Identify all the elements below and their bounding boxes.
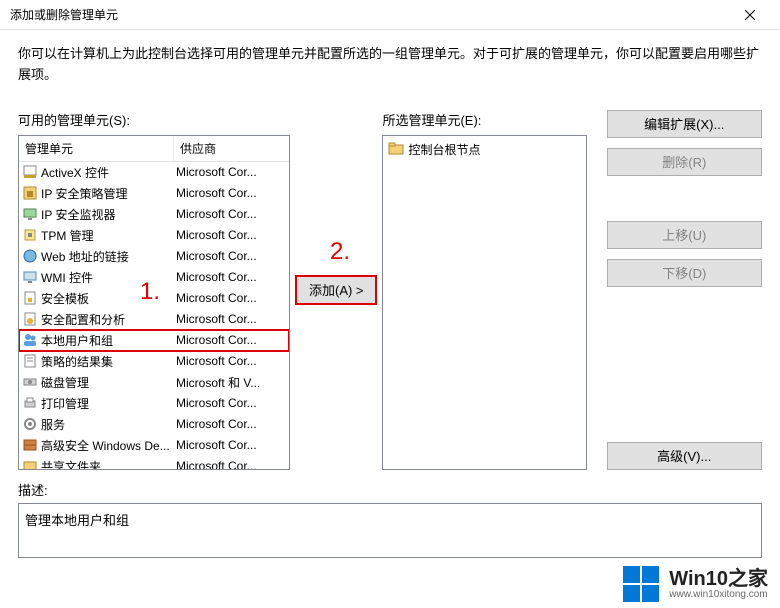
snapin-vendor: Microsoft Cor... [176, 207, 286, 221]
snapin-vendor: Microsoft Cor... [176, 165, 286, 179]
snapin-vendor: Microsoft Cor... [176, 228, 286, 242]
snapin-row[interactable]: 本地用户和组Microsoft Cor... [19, 330, 289, 351]
snapin-row[interactable]: 安全模板Microsoft Cor... [19, 288, 289, 309]
share-icon [22, 458, 38, 470]
tree-root-row[interactable]: 控制台根节点 [386, 139, 582, 160]
watermark: Win10之家 www.win10xitong.com [623, 566, 768, 602]
snapin-vendor: Microsoft Cor... [176, 291, 286, 305]
selected-label: 所选管理单元(E): [382, 110, 586, 129]
move-up-button[interactable]: 上移(U) [607, 221, 762, 249]
windows-logo-icon [623, 566, 659, 602]
move-down-button[interactable]: 下移(D) [607, 259, 762, 287]
snapin-vendor: Microsoft Cor... [176, 438, 286, 452]
snapin-vendor: Microsoft Cor... [176, 333, 286, 347]
snapin-row[interactable]: IP 安全监视器Microsoft Cor... [19, 204, 289, 225]
snapin-vendor: Microsoft 和 V... [176, 374, 286, 391]
snapin-name: ActiveX 控件 [41, 164, 176, 181]
ipsec-icon [22, 185, 38, 201]
remove-button[interactable]: 删除(R) [607, 148, 762, 176]
snapin-name: 策略的结果集 [41, 353, 176, 370]
snapin-name: 高级安全 Windows De... [41, 437, 176, 454]
description-text: 管理本地用户和组 [25, 513, 129, 528]
snapin-name: 安全配置和分析 [41, 311, 176, 328]
advanced-button[interactable]: 高级(V)... [607, 442, 762, 470]
snapin-vendor: Microsoft Cor... [176, 312, 286, 326]
snapin-name: 共享文件夹 [41, 458, 176, 470]
tpm-icon [22, 227, 38, 243]
snapin-name: IP 安全策略管理 [41, 185, 176, 202]
snapin-name: TPM 管理 [41, 227, 176, 244]
snapin-name: 磁盘管理 [41, 374, 176, 391]
ipsec-mon-icon [22, 206, 38, 222]
sectpl-icon [22, 290, 38, 306]
snapin-name: WMI 控件 [41, 269, 176, 286]
firewall-icon [22, 437, 38, 453]
snapin-name: 打印管理 [41, 395, 176, 412]
snapin-row[interactable]: 安全配置和分析Microsoft Cor... [19, 309, 289, 330]
snapin-row[interactable]: 共享文件夹Microsoft Cor... [19, 456, 289, 470]
weblink-icon [22, 248, 38, 264]
wmi-icon [22, 269, 38, 285]
services-icon [22, 416, 38, 432]
snapin-vendor: Microsoft Cor... [176, 417, 286, 431]
snapin-vendor: Microsoft Cor... [176, 354, 286, 368]
description-box: 管理本地用户和组 [18, 503, 762, 558]
rsop-icon [22, 353, 38, 369]
snapin-name: 服务 [41, 416, 176, 433]
snapin-vendor: Microsoft Cor... [176, 270, 286, 284]
edit-extensions-button[interactable]: 编辑扩展(X)... [607, 110, 762, 138]
snapin-vendor: Microsoft Cor... [176, 396, 286, 410]
tree-root-label: 控制台根节点 [408, 141, 480, 158]
snapin-name: Web 地址的链接 [41, 248, 176, 265]
snapin-vendor: Microsoft Cor... [176, 249, 286, 263]
close-button[interactable] [730, 0, 770, 30]
col-snapin[interactable]: 管理单元 [19, 136, 174, 161]
snapin-name: IP 安全监视器 [41, 206, 176, 223]
list-header: 管理单元 供应商 [19, 136, 289, 162]
snapin-name: 本地用户和组 [41, 332, 176, 349]
add-button[interactable]: 添加(A) > [296, 276, 376, 304]
snapin-row[interactable]: IP 安全策略管理Microsoft Cor... [19, 183, 289, 204]
title-bar: 添加或删除管理单元 [0, 0, 780, 30]
print-icon [22, 395, 38, 411]
description-label: 描述: [18, 480, 762, 499]
activex-icon [22, 164, 38, 180]
available-snapins-list[interactable]: 管理单元 供应商 ActiveX 控件Microsoft Cor...IP 安全… [18, 135, 290, 470]
snapin-row[interactable]: Web 地址的链接Microsoft Cor... [19, 246, 289, 267]
snapin-row[interactable]: 打印管理Microsoft Cor... [19, 393, 289, 414]
snapin-vendor: Microsoft Cor... [176, 186, 286, 200]
available-label: 可用的管理单元(S): [18, 110, 290, 129]
disk-icon [22, 374, 38, 390]
snapin-vendor: Microsoft Cor... [176, 459, 286, 470]
snapin-row[interactable]: 磁盘管理Microsoft 和 V... [19, 372, 289, 393]
snapin-row[interactable]: TPM 管理Microsoft Cor... [19, 225, 289, 246]
users-icon [22, 332, 38, 348]
snapin-row[interactable]: 高级安全 Windows De...Microsoft Cor... [19, 435, 289, 456]
intro-text: 你可以在计算机上为此控制台选择可用的管理单元并配置所选的一组管理单元。对于可扩展… [0, 30, 780, 100]
col-vendor[interactable]: 供应商 [174, 136, 289, 161]
watermark-title: Win10之家 [669, 569, 768, 589]
snapin-row[interactable]: ActiveX 控件Microsoft Cor... [19, 162, 289, 183]
watermark-url: www.win10xitong.com [669, 589, 768, 600]
window-title: 添加或删除管理单元 [10, 6, 730, 23]
snapin-row[interactable]: WMI 控件Microsoft Cor... [19, 267, 289, 288]
snapin-name: 安全模板 [41, 290, 176, 307]
seccfg-icon [22, 311, 38, 327]
snapin-row[interactable]: 策略的结果集Microsoft Cor... [19, 351, 289, 372]
folder-icon [388, 141, 404, 157]
snapin-row[interactable]: 服务Microsoft Cor... [19, 414, 289, 435]
close-icon [745, 10, 755, 20]
selected-snapins-tree[interactable]: 控制台根节点 [382, 135, 586, 470]
